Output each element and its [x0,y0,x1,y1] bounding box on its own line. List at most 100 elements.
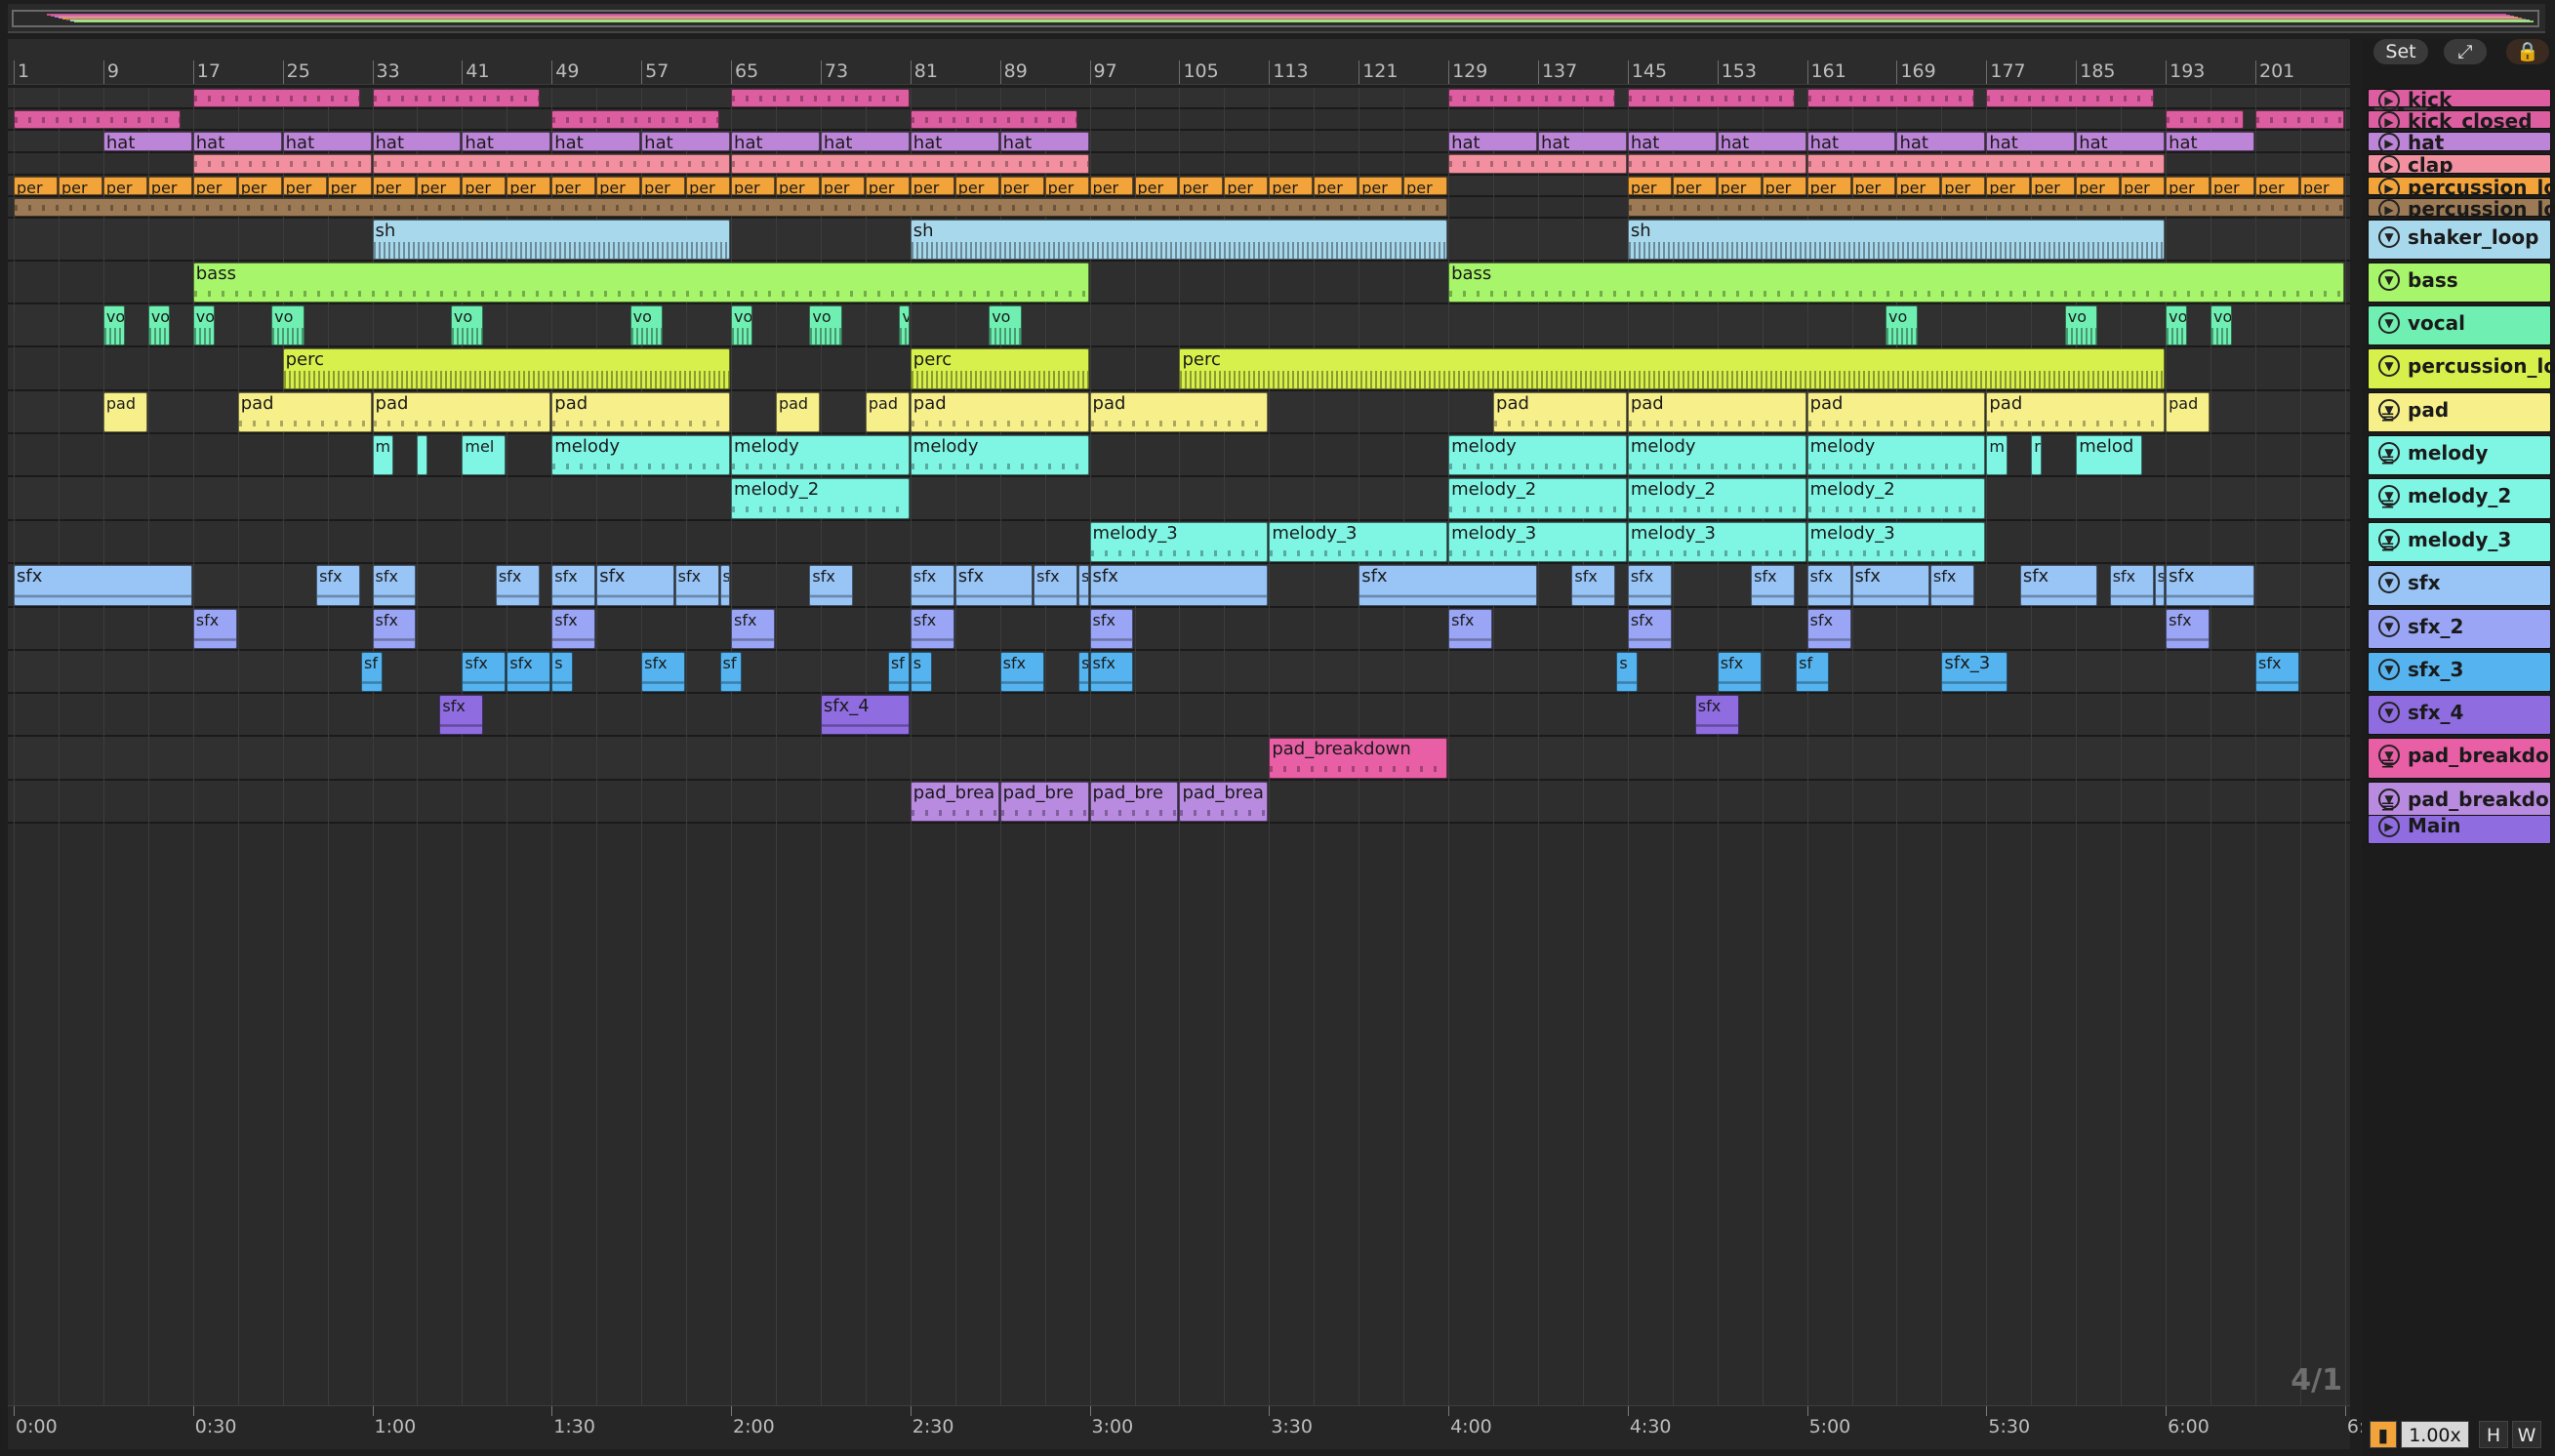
clip[interactable]: sfx [2019,565,2098,606]
clip[interactable]: per [775,177,820,195]
clip[interactable]: pad [1493,392,1627,432]
clip[interactable]: perc [1179,348,2166,389]
clip[interactable]: sf [887,652,910,692]
menu-lines-icon[interactable]: ≡ [2380,407,2395,427]
clip[interactable] [14,198,1448,217]
clip[interactable]: per [1672,177,1717,195]
clip[interactable]: vo [809,305,842,345]
expand-arrows-icon[interactable]: ⤢ [2444,39,2487,64]
track-name[interactable]: percussion_lo [2408,176,2555,199]
clip[interactable] [14,110,182,129]
clip[interactable]: s [1078,565,1089,606]
track-name[interactable]: kick [2408,88,2452,111]
clip[interactable]: pad [865,392,910,432]
clip[interactable]: per [2255,177,2299,195]
clip[interactable]: hat [102,132,192,151]
menu-lines-icon[interactable]: ≡ [2380,796,2395,817]
clip[interactable] [1627,89,1796,107]
clip[interactable]: pad [1806,392,1986,432]
clip[interactable]: hat [999,132,1089,151]
clip[interactable] [372,154,731,174]
track-header-shaker-loop[interactable]: ▼ shaker_loop [2368,220,2551,260]
clip[interactable]: hat [910,132,999,151]
clip[interactable]: vo [629,305,664,345]
clip[interactable]: sfx [2255,652,2299,692]
track-name[interactable]: melody [2408,441,2488,465]
clip[interactable]: sfx [1627,565,1672,606]
clip[interactable]: r [2031,435,2042,475]
clip[interactable]: hat [282,132,372,151]
clip[interactable]: sfx [1806,565,1851,606]
clip[interactable]: melod [2076,435,2143,475]
clip[interactable] [192,89,361,107]
clip[interactable]: melody_2 [1806,478,1986,519]
track-header-pad[interactable]: ▼ pad ≡ [2368,392,2551,432]
clip[interactable]: per [551,177,596,195]
clip[interactable]: vo [102,305,125,345]
clip[interactable]: per [596,177,641,195]
clip[interactable]: sfx [2166,565,2254,606]
clip[interactable]: per [102,177,147,195]
clip[interactable]: per [507,177,551,195]
track-name[interactable]: kick_closed [2408,109,2533,133]
menu-lines-icon[interactable]: ≡ [2380,537,2395,557]
clip[interactable]: per [1627,177,1672,195]
clip[interactable]: sfx [1571,565,1616,606]
bar-ruler[interactable]: 1 9 17 25 33 41 49 57 65 73 81 89 97 105 113 121 129 137 1… [8,39,2350,103]
clip[interactable]: hat [731,132,820,151]
clip[interactable]: per [1896,177,1941,195]
clip[interactable]: per [1314,177,1359,195]
clip[interactable]: bass [1448,263,2344,303]
clip[interactable]: pad [2166,392,2210,432]
clip[interactable]: pad [372,392,551,432]
clip[interactable]: sfx [1448,609,1493,649]
track-name[interactable]: sfx_2 [2408,615,2463,638]
clip[interactable]: per [641,177,686,195]
clip[interactable] [192,154,372,174]
fold-arrow-icon[interactable]: ▼ [2378,269,2400,291]
clip[interactable]: hat [462,132,551,151]
clip[interactable]: hat [1627,132,1717,151]
clip[interactable]: sfx_4 [820,695,910,735]
clip[interactable]: sf [361,652,383,692]
play-icon[interactable]: ▶ [2378,178,2400,199]
clip[interactable]: per [2121,177,2166,195]
track-header-percussion-lo[interactable]: ▶ percussion_lo [2368,176,2555,199]
clip[interactable]: s [1616,652,1639,692]
zoom-level[interactable]: 1.00x [2401,1421,2469,1448]
clip[interactable]: melody_3 [1269,522,1448,562]
clip[interactable]: per [1941,177,1986,195]
clip[interactable]: melody [1448,435,1627,475]
clip[interactable]: vo [731,305,752,345]
track-header-bass[interactable]: ▼ bass [2368,263,2551,303]
menu-lines-icon[interactable]: ≡ [2380,450,2395,470]
play-icon[interactable]: ▶ [2378,816,2400,837]
clip[interactable]: per [1134,177,1179,195]
clip[interactable]: pad [910,392,1089,432]
track-name[interactable]: bass [2408,268,2458,292]
clip[interactable]: hat [192,132,282,151]
track-header-main[interactable]: ▶ Main [2368,814,2551,844]
clip[interactable]: vo [1885,305,1919,345]
track-header-clap[interactable]: ▶ clap [2368,153,2551,177]
clip[interactable] [2255,110,2344,129]
clip[interactable]: sfx [1694,695,1739,735]
clip[interactable]: sfx [192,609,237,649]
clip[interactable]: per [462,177,507,195]
clip[interactable] [1806,154,2166,174]
clip[interactable]: per [2166,177,2210,195]
clip[interactable]: hat [551,132,641,151]
clip[interactable]: per [2076,177,2121,195]
clip[interactable]: sfx [551,609,596,649]
clip[interactable]: v [899,305,910,345]
clip[interactable]: per [1089,177,1134,195]
clip[interactable]: per [999,177,1044,195]
clip[interactable]: per [1359,177,1403,195]
w-button[interactable]: W [2512,1421,2541,1448]
clip[interactable]: melody_3 [1448,522,1627,562]
clip[interactable]: per [327,177,372,195]
track-header-vocal[interactable]: ▼ vocal [2368,305,2551,345]
clip[interactable] [417,435,427,475]
clip[interactable]: pad [1627,392,1806,432]
track-name[interactable]: shaker_loop [2408,225,2538,249]
